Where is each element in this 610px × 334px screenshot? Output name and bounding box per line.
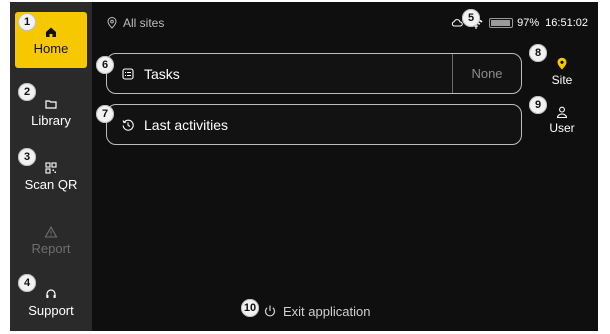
battery-percent: 97% — [517, 17, 540, 29]
callout-5: 5 — [462, 9, 480, 27]
callout-4: 4 — [18, 274, 36, 292]
exit-application-button[interactable]: Exit application — [263, 302, 370, 320]
folder-icon — [45, 99, 57, 109]
callout-10: 10 — [241, 299, 259, 317]
home-icon — [46, 27, 56, 37]
sidebar-item-label: Home — [33, 40, 69, 56]
tasks-label: Tasks — [144, 65, 180, 82]
user-icon — [556, 106, 568, 119]
callout-7: 7 — [96, 105, 114, 123]
exit-application-label: Exit application — [283, 303, 371, 319]
callout-2: 2 — [18, 83, 36, 101]
location-pin-icon — [557, 57, 567, 70]
location-pin-icon — [107, 17, 117, 29]
user-nav-button[interactable]: User — [542, 100, 582, 140]
warning-icon — [44, 225, 58, 238]
sidebar-item-label: Report — [31, 240, 71, 256]
tasks-button[interactable]: Tasks None — [106, 53, 522, 94]
power-icon — [264, 305, 276, 317]
sidebar-item-label: Library — [31, 112, 71, 128]
app-screen: Home Library Scan QR Report Support All … — [10, 2, 598, 331]
sidebar-item-label: Support — [28, 302, 74, 318]
history-icon — [121, 118, 135, 132]
last-activities-button[interactable]: Last activities — [106, 104, 522, 145]
callout-3: 3 — [18, 148, 36, 166]
task-list-icon — [121, 67, 135, 81]
callout-1: 1 — [18, 13, 36, 31]
sidebar-item-label: Scan QR — [24, 176, 78, 192]
tasks-count: None — [452, 54, 521, 93]
qr-code-icon — [45, 161, 57, 174]
last-activities-label: Last activities — [144, 116, 229, 133]
callout-9: 9 — [529, 96, 547, 114]
battery-icon — [489, 18, 514, 28]
clock: 16:51:02 — [545, 17, 588, 29]
site-selector[interactable]: All sites — [106, 14, 164, 32]
callout-6: 6 — [96, 56, 114, 74]
battery-level — [491, 20, 511, 26]
sidebar-item-report: Report — [15, 212, 87, 268]
site-selector-label: All sites — [123, 16, 165, 30]
site-nav-label: Site — [551, 73, 573, 87]
user-nav-label: User — [549, 121, 575, 135]
headset-icon — [46, 288, 56, 298]
site-nav-button[interactable]: Site — [542, 52, 582, 92]
callout-8: 8 — [529, 44, 547, 62]
